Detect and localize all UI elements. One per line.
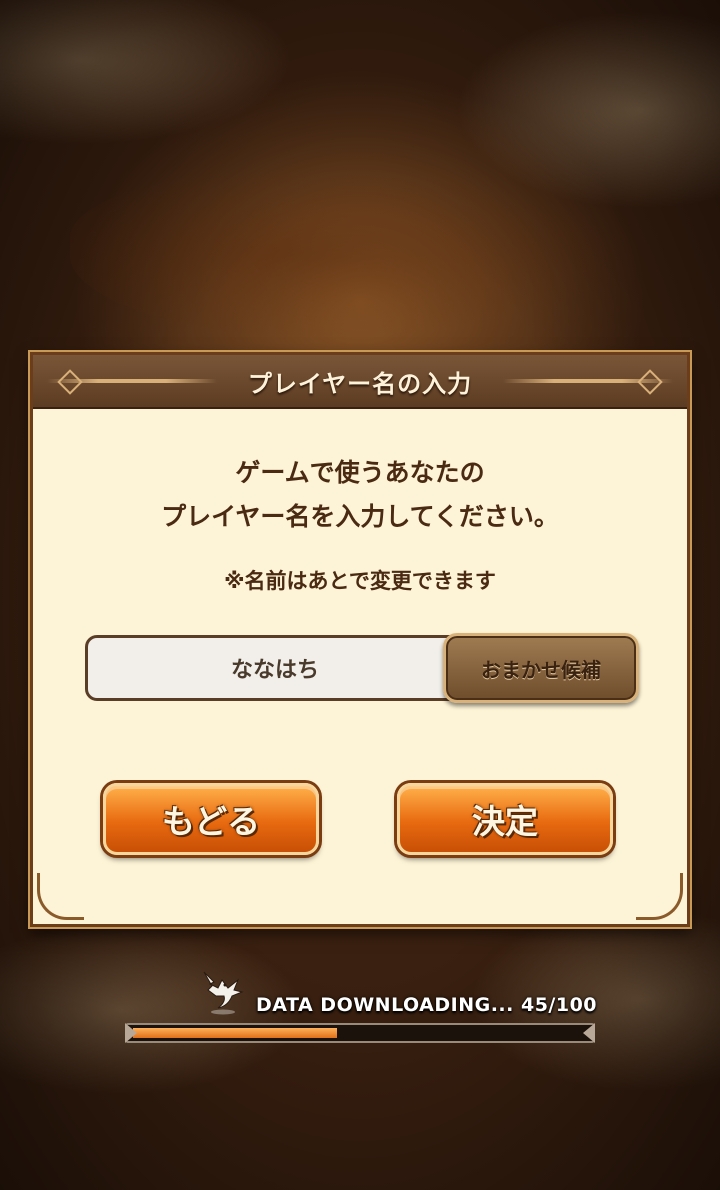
corner-ornament-left [37,873,84,920]
player-name-dialog: プレイヤー名の入力 ゲームで使うあなたの プレイヤー名を入力してください。 ※名… [30,352,690,927]
suggest-name-button[interactable]: おまかせ候補 [443,633,639,703]
dialog-title: プレイヤー名の入力 [247,369,473,398]
progress-cap-left [125,1023,137,1043]
player-name-field[interactable] [85,635,465,701]
dragon-icon [203,971,244,1015]
name-row: おまかせ候補 [85,633,640,703]
header-diamond-left [57,369,83,395]
dialog-header: プレイヤー名の入力 [33,355,687,409]
rename-note: ※名前はあとで変更できます [224,569,496,593]
player-name-input[interactable] [88,654,462,682]
back-button[interactable]: もどる [103,783,319,855]
download-status: DATA DOWNLOADING... 45/100 [256,994,598,1016]
download-progress-bar [125,1023,595,1043]
confirm-button[interactable]: 決定 [397,783,613,855]
progress-cap-right [583,1023,595,1043]
download-progress-fill [133,1028,337,1038]
header-ornament-right [503,379,673,383]
message-line-1: ゲームで使うあなたの [235,458,485,487]
message-line-2: プレイヤー名を入力してください。 [161,502,559,531]
corner-ornament-right [636,873,683,920]
background-map [70,170,630,340]
dialog-message: ゲームで使うあなたの プレイヤー名を入力してください。 [33,451,687,539]
